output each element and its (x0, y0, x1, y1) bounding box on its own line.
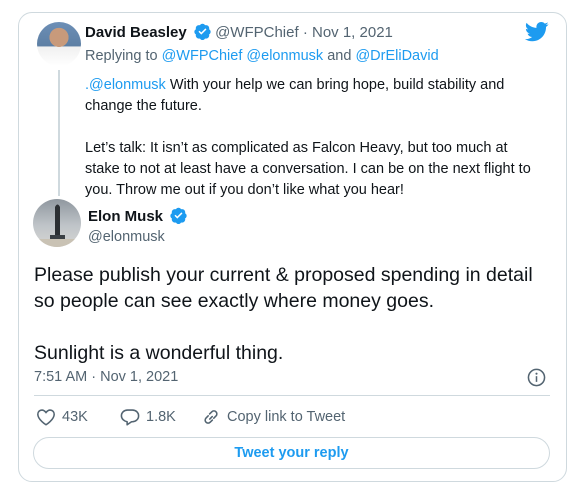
like-count: 43K (62, 409, 88, 425)
verified-badge-icon (194, 23, 211, 40)
heart-icon (37, 409, 55, 426)
thread-connector-line (58, 70, 60, 196)
tweet-time: 7:51 AM (34, 369, 88, 385)
twitter-bird-icon[interactable] (525, 22, 549, 42)
main-paragraph-1: Please publish your current & proposed s… (34, 264, 533, 312)
tweet-timestamp[interactable]: 7:51 AM · Nov 1, 2021 (34, 369, 178, 385)
mention-link[interactable]: @elonmusk (246, 48, 323, 64)
tweet-date[interactable]: Nov 1, 2021 (312, 24, 393, 41)
replying-and: and (327, 48, 352, 64)
mention-link[interactable]: @DrEliDavid (355, 48, 438, 64)
author-name[interactable]: David Beasley (85, 24, 187, 41)
reply-paragraph-2: Let’s talk: It isn’t as complicated as F… (85, 140, 531, 198)
reply-action[interactable]: 1.8K (120, 408, 176, 426)
tweet-your-reply-button[interactable]: Tweet your reply (33, 437, 550, 469)
info-icon[interactable] (527, 368, 546, 387)
author-name[interactable]: Elon Musk (88, 208, 163, 225)
reply-count: 1.8K (146, 409, 176, 425)
copy-link-label: Copy link to Tweet (227, 409, 346, 425)
reply-tweet-header: David Beasley @WFPChief · Nov 1, 2021 (85, 23, 393, 41)
link-icon (204, 410, 218, 424)
replying-to-line: Replying to @WFPChief @elonmusk and @DrE… (85, 48, 439, 64)
separator: · (302, 24, 308, 41)
verified-badge-icon (170, 207, 187, 224)
reply-paragraph-1: .@elonmusk With your help we can bring h… (85, 75, 540, 117)
author-handle[interactable]: @WFPChief (215, 24, 299, 41)
reply-tweet-text: .@elonmusk With your help we can bring h… (85, 75, 540, 201)
like-action[interactable]: 43K (36, 408, 88, 426)
main-tweet-text: Please publish your current & proposed s… (34, 262, 544, 366)
author-handle[interactable]: @elonmusk (88, 229, 165, 245)
separator: · (91, 369, 97, 385)
copy-link-action[interactable]: Copy link to Tweet (201, 408, 345, 426)
main-tweet-header: Elon Musk (88, 207, 187, 225)
avatar-image (33, 204, 81, 247)
replying-to-label: Replying to (85, 48, 158, 64)
mention-link[interactable]: @elonmusk (89, 77, 166, 93)
main-paragraph-2: Sunlight is a wonderful thing. (34, 342, 284, 364)
comment-icon (120, 409, 140, 426)
avatar[interactable] (37, 22, 81, 66)
divider (34, 395, 550, 396)
mention-link[interactable]: @WFPChief (162, 48, 243, 64)
avatar[interactable] (33, 199, 81, 247)
tweet-date: Nov 1, 2021 (100, 369, 179, 385)
